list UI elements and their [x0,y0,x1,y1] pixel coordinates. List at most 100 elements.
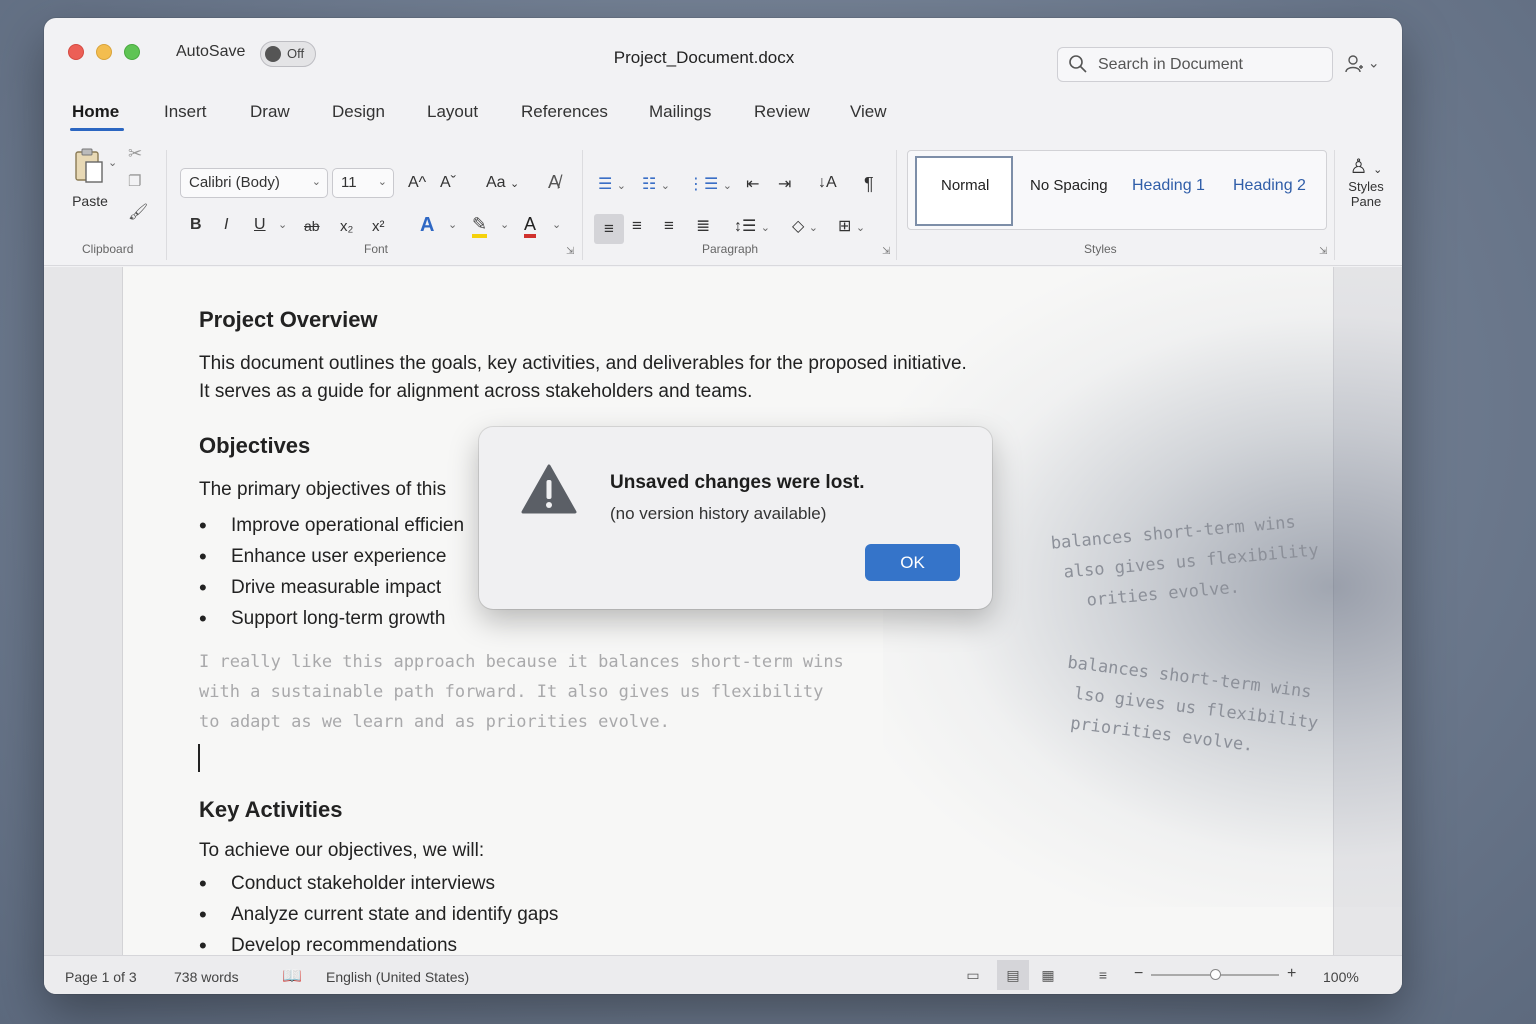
paragraph-line: This document outlines the goals, key ac… [199,353,967,374]
ribbon: Paste ⌄ ✂ ❐ 🖌 Clipboard Calibri (Body) ⌄… [44,140,1402,266]
format-painter-icon[interactable]: 🖌 [128,202,148,222]
styles-pane-label-2: Pane [1350,194,1382,209]
change-case-label: Aa [486,174,506,191]
tab-review[interactable]: Review [754,102,810,122]
heading-project-overview: Project Overview [199,307,378,332]
font-color-caret[interactable]: ⌄ [552,218,561,231]
highlight-caret[interactable]: ⌄ [500,218,509,231]
style-heading-2[interactable]: Heading 2 [1233,177,1306,195]
dialog-message: (no version history available) [610,504,827,523]
tab-mailings[interactable]: Mailings [649,102,711,122]
zoom-slider-thumb[interactable] [1210,969,1221,980]
copy-icon[interactable]: ❐ [128,172,141,190]
align-center-button[interactable]: ≡ [632,216,642,236]
focus-icon[interactable]: ≡ [1087,960,1119,990]
style-normal-label[interactable]: Normal [941,177,989,194]
align-left-button[interactable]: ≡ [594,214,624,244]
account-caret: ⌄ [1367,54,1380,71]
paragraph-group-label: Paragraph [702,242,759,256]
account-button[interactable]: ⌄ [1344,54,1380,74]
paragraph: The primary objectives of this [199,479,447,500]
web-layout-icon[interactable]: ▦ [1032,960,1064,990]
multilevel-list-button[interactable]: ⋮☰ ⌄ [688,174,732,194]
zoom-in-button[interactable]: + [1287,965,1296,983]
shading-button[interactable]: ◇ ⌄ [792,216,818,236]
increase-indent-button[interactable]: ⇥ [778,174,791,194]
read-mode-icon[interactable]: ▭ [957,960,989,990]
styles-pane-button[interactable]: ♙ ⌄ Styles Pane [1340,154,1392,209]
font-dialog-launcher[interactable]: ⇲ [566,246,574,257]
font-size-select[interactable]: 11 ⌄ [332,168,394,198]
show-formatting-button[interactable]: ¶ [864,174,874,195]
justify-button[interactable]: ≣ [696,216,710,236]
style-no-spacing[interactable]: No Spacing [1030,177,1108,194]
tab-view[interactable]: View [850,102,887,122]
paragraph: To achieve our objectives, we will: [199,840,485,861]
shrink-font-button[interactable]: Aˇ [440,174,456,192]
tab-draw[interactable]: Draw [250,102,290,122]
styles-group-label: Styles [1084,242,1117,256]
align-right-button[interactable]: ≡ [664,216,674,236]
proofing-icon[interactable]: 📖 [282,966,302,986]
bold-button[interactable]: B [190,216,202,234]
print-layout-icon[interactable]: ▤ [997,960,1029,990]
paste-button[interactable]: Paste [66,146,114,209]
zoom-out-button[interactable]: − [1134,965,1143,983]
decrease-indent-button[interactable]: ⇤ [746,174,759,194]
search-placeholder: Search in Document [1098,56,1243,73]
italic-button[interactable]: I [224,216,228,234]
heading-key-activities: Key Activities [199,797,343,822]
ribbon-tabs: Home Insert Draw Design Layout Reference… [44,96,1402,136]
subscript-button[interactable]: x₂ [340,218,353,235]
font-name-value: Calibri (Body) [189,174,280,191]
dialog-title: Unsaved changes were lost. [610,472,865,493]
search-input[interactable]: Search in Document [1057,47,1333,82]
chevron-down-icon: ⌄ [510,178,520,190]
underline-button[interactable]: U [254,216,266,234]
styles-gallery: Normal No Spacing Heading 1 Heading 2 [907,150,1327,230]
language[interactable]: English (United States) [326,969,469,985]
cut-icon[interactable]: ✂ [128,144,142,164]
lost-text: I really like this approach because it b… [199,652,844,732]
text-effects-button[interactable]: A [420,214,434,237]
separator [166,150,167,260]
error-dialog: Unsaved changes were lost. (no version h… [479,427,992,609]
tab-layout[interactable]: Layout [427,102,478,122]
clipboard-group-label: Clipboard [82,242,134,256]
font-name-select[interactable]: Calibri (Body) ⌄ [180,168,328,198]
underline-options-caret[interactable]: ⌄ [278,218,287,231]
document-page[interactable]: balances short-term wins also gives us f… [122,267,1402,987]
bullets-button[interactable]: ☰ ⌄ [598,174,626,194]
clear-formatting-icon[interactable]: A̸ [548,172,560,193]
title-bar: AutoSave Off Project_Document.docx Searc… [44,18,1402,92]
tab-insert[interactable]: Insert [164,102,207,122]
paste-options-caret[interactable]: ⌄ [108,156,117,169]
zoom-level[interactable]: 100% [1323,969,1359,985]
active-tab-indicator [70,128,124,131]
page-count[interactable]: Page 1 of 3 [65,969,137,985]
word-count[interactable]: 738 words [174,969,239,985]
paste-label: Paste [72,193,108,209]
grow-font-button[interactable]: A^ [408,174,426,192]
ok-button[interactable]: OK [865,544,960,581]
numbering-button[interactable]: ☷ ⌄ [642,174,670,194]
style-heading-1[interactable]: Heading 1 [1132,177,1205,195]
text-effects-caret[interactable]: ⌄ [448,218,457,231]
styles-dialog-launcher[interactable]: ⇲ [1319,246,1327,257]
superscript-button[interactable]: x² [372,218,385,235]
highlight-button[interactable]: ✎ [472,214,488,238]
tab-references[interactable]: References [521,102,608,122]
paragraph-dialog-launcher[interactable]: ⇲ [882,246,890,257]
strikethrough-button[interactable]: ab [304,218,320,234]
tab-design[interactable]: Design [332,102,385,122]
separator [1334,150,1335,260]
change-case-button[interactable]: Aa ⌄ [486,174,519,192]
sort-button[interactable]: ↓A [818,174,837,192]
chevron-down-icon: ⌄ [377,176,387,188]
borders-button[interactable]: ⊞ ⌄ [838,216,865,236]
separator [896,150,897,260]
tab-home[interactable]: Home [72,102,119,122]
font-color-button[interactable]: A [524,214,537,238]
search-icon [1069,55,1087,73]
line-spacing-button[interactable]: ↕☰ ⌄ [734,216,770,236]
